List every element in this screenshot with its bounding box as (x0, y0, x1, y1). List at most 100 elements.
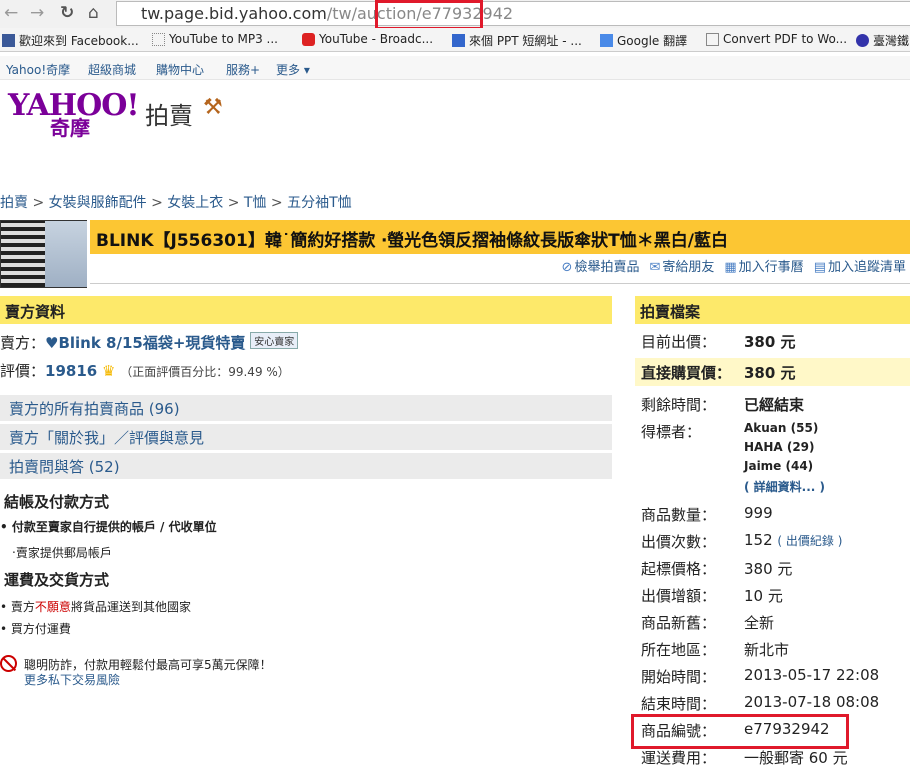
ynav-mall[interactable]: 超級商城 (88, 61, 136, 78)
row-value: 380 元 (744, 560, 793, 578)
gavel-icon: ⚒ (203, 95, 223, 120)
crumb-tshirt[interactable]: T恤 (244, 195, 267, 211)
add-watchlist-link[interactable]: ▤ 加入追蹤清單 (814, 256, 906, 275)
row-value: 新北市 (744, 641, 790, 659)
row-label: 商品新舊： (641, 614, 717, 632)
divider (90, 283, 910, 284)
shipping-title: 運費及交貨方式 (4, 571, 110, 589)
row-label: 運送費用： (641, 749, 717, 767)
seller-all-items-link[interactable]: 賣方的所有拍賣商品 (96) (0, 395, 612, 421)
crumb-women[interactable]: 女裝與服飾配件 (49, 195, 147, 211)
row-label: 結束時間： (641, 695, 717, 713)
auction-row: 商品新舊： 全新 (641, 612, 910, 638)
seller-line: 賣方：♥Blink 8/15福袋+現貨特賣 安心賣家 (0, 332, 299, 353)
browser-toolbar: ← → ↻ ⌂ tw.page.bid.yahoo.com/tw/auction… (0, 0, 910, 30)
add-calendar-link[interactable]: ▦ 加入行事曆 (724, 256, 803, 275)
yahoo-logo-sub: 奇摩 (50, 116, 90, 140)
bid-history-link[interactable]: ( 出價紀錄 ) (777, 534, 842, 548)
row-buynow: 直接購買價： 380 元 (641, 364, 796, 382)
rating-value[interactable]: 19816 (45, 362, 97, 380)
youtube-icon (302, 32, 315, 46)
auction-qa-link[interactable]: 拍賣問與答 (52) (0, 453, 612, 479)
report-icon: ⊘ (561, 260, 573, 275)
bookmark-youtube[interactable]: YouTube - Broadc... (302, 32, 433, 46)
action-links: ⊘ 檢舉拍賣品 ✉ 寄給朋友 ▦ 加入行事曆 ▤ 加入追蹤清單 (562, 256, 906, 275)
bookmark-railway[interactable]: 臺灣鐵 (856, 32, 909, 49)
bookmark-pdf[interactable]: Convert PDF to Wo... (706, 32, 847, 46)
shipping-item-2: • 買方付運費 (0, 622, 71, 636)
row-value: 10 元 (744, 587, 783, 605)
auction-row: 所在地區： 新北市 (641, 639, 910, 665)
crumb-half-sleeve[interactable]: 五分袖T恤 (287, 195, 352, 211)
bookmarks-bar: 歡迎來到 Facebook... YouTube to MP3 ... YouT… (0, 28, 910, 52)
bookmark-google-translate[interactable]: Google 翻譯 (600, 32, 687, 49)
row-value: 2013-07-18 08:08 (744, 693, 880, 711)
shipping-item-1: • 賣方不願意將貨品運送到其他國家 (0, 600, 191, 614)
row-value: 一般郵寄 60 元 (744, 749, 848, 767)
ppt-icon (452, 34, 465, 47)
auction-row: 開始時間： 2013-05-17 22:08 (641, 666, 910, 692)
product-title: BLINK【J556301】韓˙簡約好搭款 ‧螢光色領反摺袖條紋長版傘狀T恤＊黑… (90, 220, 910, 254)
report-link[interactable]: ⊘ 檢舉拍賣品 (562, 256, 640, 275)
breadcrumb: 拍賣 > 女裝與服飾配件 > 女裝上衣 > T恤 > 五分袖T恤 (0, 195, 352, 211)
highlight-box-item-id (631, 714, 849, 749)
row-value: 全新 (744, 614, 775, 632)
product-thumbnail[interactable] (0, 220, 87, 288)
facebook-icon (2, 34, 15, 47)
row-value: 2013-05-17 22:08 (744, 666, 880, 684)
seller-about-link[interactable]: 賣方「關於我」／評價與意見 (0, 424, 612, 450)
highlight-box-url (375, 0, 483, 30)
crown-icon: ♛ (101, 362, 116, 380)
no-entry-icon (0, 655, 17, 672)
payment-title: 結帳及付款方式 (4, 493, 110, 511)
crumb-tops[interactable]: 女裝上衣 (167, 195, 223, 211)
watchlist-icon: ▤ (813, 260, 826, 275)
auction-row: 運送費用： 一般郵寄 60 元 (641, 747, 910, 773)
auction-row: 出價增額： 10 元 (641, 585, 910, 611)
row-label: 所在地區： (641, 641, 717, 659)
winner-details-link[interactable]: ( 詳細資料... ) (744, 478, 825, 495)
row-label: 起標價格： (641, 560, 717, 578)
url-host: tw.page.bid.yahoo.com (141, 4, 327, 23)
row-value: 999 (744, 504, 773, 522)
address-bar[interactable]: tw.page.bid.yahoo.com/tw/auction/e779329… (116, 1, 910, 26)
grid-icon (152, 32, 165, 46)
row-remaining: 剩餘時間： 已經結束 (641, 396, 805, 414)
ynav-home[interactable]: Yahoo!奇摩 (6, 61, 70, 78)
seller-name[interactable]: ♥Blink 8/15福袋+現貨特賣 (45, 334, 245, 352)
forward-icon[interactable]: → (30, 3, 44, 23)
safe-seller-badge[interactable]: 安心賣家 (250, 332, 299, 349)
railway-icon (856, 34, 869, 47)
auction-header: 拍賣檔案 (635, 296, 910, 324)
ynav-services[interactable]: 服務+ (226, 61, 260, 78)
bookmark-facebook[interactable]: 歡迎來到 Facebook... (2, 32, 139, 49)
winner: Akuan (55) (744, 421, 819, 435)
row-label: 商品數量： (641, 506, 717, 524)
payment-item: • 付款至賣家自行提供的帳戶 / 代收單位 (0, 520, 217, 534)
row-current-bid: 目前出價： 380 元 (641, 333, 796, 351)
reload-icon[interactable]: ↻ (60, 3, 74, 23)
row-label: 出價增額： (641, 587, 717, 605)
ynav-more[interactable]: 更多 ▾ (276, 61, 310, 78)
auction-row: 商品數量： 999 (641, 504, 910, 530)
auction-row: 出價次數： 152 ( 出價紀錄 ) (641, 531, 910, 557)
seller-rating: 評價：19816 ♛ （正面評價百分比：99.49 %） (0, 362, 290, 380)
auction-row: 起標價格： 380 元 (641, 558, 910, 584)
send-friend-link[interactable]: ✉ 寄給朋友 (649, 256, 714, 275)
back-icon[interactable]: ← (4, 3, 18, 23)
bookmark-ppt[interactable]: 來個 PPT 短網址 - ... (452, 32, 582, 49)
row-label: 開始時間： (641, 668, 717, 686)
row-label: 出價次數： (641, 533, 717, 551)
home-icon[interactable]: ⌂ (88, 3, 99, 23)
calendar-icon: ▦ (724, 260, 737, 275)
section-title: 拍賣 (145, 102, 193, 130)
private-trade-risk-link[interactable]: 更多私下交易風險 (24, 671, 120, 688)
yahoo-nav: Yahoo!奇摩 超級商城 購物中心 服務+ 更多 ▾ (0, 56, 910, 80)
payment-sub: ‧賣家提供郵局帳戶 (12, 546, 112, 560)
page-icon (706, 32, 719, 46)
row-value: 152 ( 出價紀錄 ) (744, 531, 843, 549)
ynav-shopping[interactable]: 購物中心 (156, 61, 204, 78)
bookmark-youtube-mp3[interactable]: YouTube to MP3 ... (152, 32, 278, 46)
seller-header: 賣方資料 (0, 296, 612, 324)
crumb-auction[interactable]: 拍賣 (0, 195, 28, 211)
